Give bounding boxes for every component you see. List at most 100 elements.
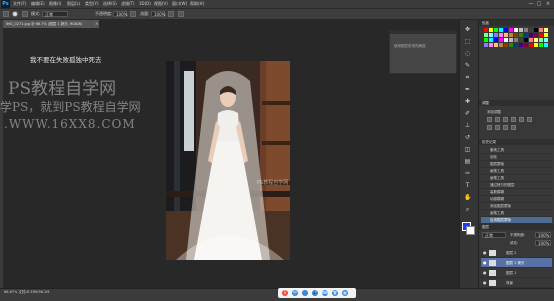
- history-item[interactable]: 应用图层蒙版: [481, 217, 552, 224]
- color-swatch[interactable]: [484, 33, 488, 37]
- history-item[interactable]: 画笔工具: [481, 175, 552, 182]
- color-swatch[interactable]: [529, 38, 533, 42]
- mode-select[interactable]: 正常: [42, 11, 68, 17]
- color-swatch[interactable]: [529, 28, 533, 32]
- history-brush-icon[interactable]: ↺: [464, 134, 471, 141]
- color-swatch[interactable]: [539, 43, 543, 47]
- color-swatch[interactable]: [494, 28, 498, 32]
- color-swatch[interactable]: [539, 33, 543, 37]
- color-swatch[interactable]: [544, 43, 548, 47]
- color-swatch[interactable]: [484, 43, 488, 47]
- swatches-grid[interactable]: [484, 28, 550, 52]
- color-swatch[interactable]: [509, 33, 513, 37]
- color-swatch[interactable]: [539, 38, 543, 42]
- color-swatch[interactable]: [504, 38, 508, 42]
- color-swatch[interactable]: [519, 28, 523, 32]
- floating-panel-header[interactable]: [389, 30, 457, 34]
- document-tab[interactable]: IMG_0271.jpg @ 66.7% (图层 1 拷贝, RGB/8): [3, 20, 99, 28]
- history-item[interactable]: 动感模糊: [481, 196, 552, 203]
- bride-photo[interactable]: [166, 61, 290, 260]
- airbrush-icon[interactable]: [168, 11, 174, 17]
- hand-tool-icon[interactable]: ✋: [464, 194, 471, 201]
- color-swatch[interactable]: [539, 28, 543, 32]
- color-swatch[interactable]: [509, 43, 513, 47]
- opacity-field[interactable]: 100%: [113, 11, 127, 17]
- color-swatch[interactable]: [534, 33, 538, 37]
- color-swatch[interactable]: [504, 43, 508, 47]
- lasso-tool-icon[interactable]: ◌: [464, 50, 471, 57]
- layer-blend-mode-select[interactable]: 正常: [482, 232, 506, 238]
- document-tab-close-icon[interactable]: ×: [95, 20, 99, 28]
- menu-filter[interactable]: 滤镜(T): [121, 0, 135, 8]
- eyedropper-tool-icon[interactable]: ✒: [464, 86, 471, 93]
- layer-opacity-field[interactable]: 100%: [535, 232, 551, 238]
- color-swatch[interactable]: [519, 43, 523, 47]
- layer-row[interactable]: ● 背景: [481, 278, 552, 288]
- menu-file[interactable]: 文件(F): [13, 0, 26, 8]
- color-swatch[interactable]: [494, 33, 498, 37]
- layer-visibility-icon[interactable]: ●: [483, 258, 487, 268]
- close-button[interactable]: ×: [545, 1, 551, 7]
- levels-icon[interactable]: [495, 117, 500, 122]
- history-item[interactable]: 画笔工具: [481, 168, 552, 175]
- background-color-swatch[interactable]: [466, 226, 475, 235]
- marquee-tool-icon[interactable]: ⬚: [464, 38, 471, 45]
- color-swatch[interactable]: [494, 43, 498, 47]
- color-swatch[interactable]: [534, 43, 538, 47]
- color-swatch[interactable]: [499, 43, 503, 47]
- healing-brush-icon[interactable]: ✚: [464, 98, 471, 105]
- history-item[interactable]: 通过拷贝的图层: [481, 182, 552, 189]
- layer-visibility-icon[interactable]: ●: [483, 268, 487, 278]
- history-item[interactable]: 添加图层蒙版: [481, 203, 552, 210]
- color-swatch[interactable]: [524, 28, 528, 32]
- layer-fill-field[interactable]: 100%: [535, 240, 551, 246]
- color-swatch[interactable]: [499, 38, 503, 42]
- tray-icon[interactable]: 👕: [332, 290, 338, 296]
- type-tool-icon[interactable]: T: [464, 182, 471, 189]
- layer-visibility-icon[interactable]: ●: [483, 278, 487, 288]
- color-swatch[interactable]: [504, 33, 508, 37]
- maximize-button[interactable]: □: [536, 1, 542, 7]
- menu-image[interactable]: 图像(I): [49, 0, 61, 8]
- color-balance-icon[interactable]: [487, 125, 492, 130]
- flow-field[interactable]: 100%: [151, 11, 165, 17]
- color-swatch[interactable]: [544, 38, 548, 42]
- color-swatch[interactable]: [484, 28, 488, 32]
- color-swatch[interactable]: [489, 43, 493, 47]
- tray-icon[interactable]: 🎤: [312, 290, 318, 296]
- color-swatch[interactable]: [519, 33, 523, 37]
- move-tool-icon[interactable]: ✥: [464, 26, 471, 33]
- brush-tool-sidebar-icon[interactable]: ✐: [464, 110, 471, 117]
- color-swatch[interactable]: [504, 28, 508, 32]
- history-item[interactable]: 高斯模糊: [481, 189, 552, 196]
- color-swatch[interactable]: [519, 38, 523, 42]
- color-swatch[interactable]: [509, 28, 513, 32]
- color-swatch[interactable]: [514, 33, 518, 37]
- menu-help[interactable]: 帮助(H): [190, 0, 204, 8]
- menu-type[interactable]: 类型(Y): [85, 0, 99, 8]
- color-swatch[interactable]: [534, 38, 538, 42]
- layer-row[interactable]: ● 图层 1: [481, 268, 552, 278]
- menu-layer[interactable]: 图层(L): [67, 0, 80, 8]
- tray-icon[interactable]: 中: [292, 290, 298, 296]
- color-swatch[interactable]: [489, 33, 493, 37]
- color-swatch[interactable]: [489, 28, 493, 32]
- color-swatch[interactable]: [544, 33, 548, 37]
- adjustments-panel-tab[interactable]: 调整: [479, 100, 554, 106]
- curves-icon[interactable]: [503, 117, 508, 122]
- eraser-tool-icon[interactable]: ◫: [464, 146, 471, 153]
- layers-panel-tab[interactable]: 图层: [479, 224, 554, 230]
- color-swatch[interactable]: [524, 38, 528, 42]
- tray-icon[interactable]: ·: [302, 290, 308, 296]
- color-swatch[interactable]: [544, 28, 548, 32]
- brush-size-icon[interactable]: [12, 11, 18, 17]
- color-swatch[interactable]: [499, 28, 503, 32]
- hue-saturation-icon[interactable]: [527, 117, 532, 122]
- black-white-icon[interactable]: [495, 125, 500, 130]
- history-item[interactable]: 图层蒙版: [481, 161, 552, 168]
- color-swatch[interactable]: [514, 28, 518, 32]
- pen-tool-icon[interactable]: ✑: [464, 170, 471, 177]
- tray-icon[interactable]: ▦: [342, 290, 348, 296]
- color-swatch[interactable]: [514, 38, 518, 42]
- color-swatch[interactable]: [499, 33, 503, 37]
